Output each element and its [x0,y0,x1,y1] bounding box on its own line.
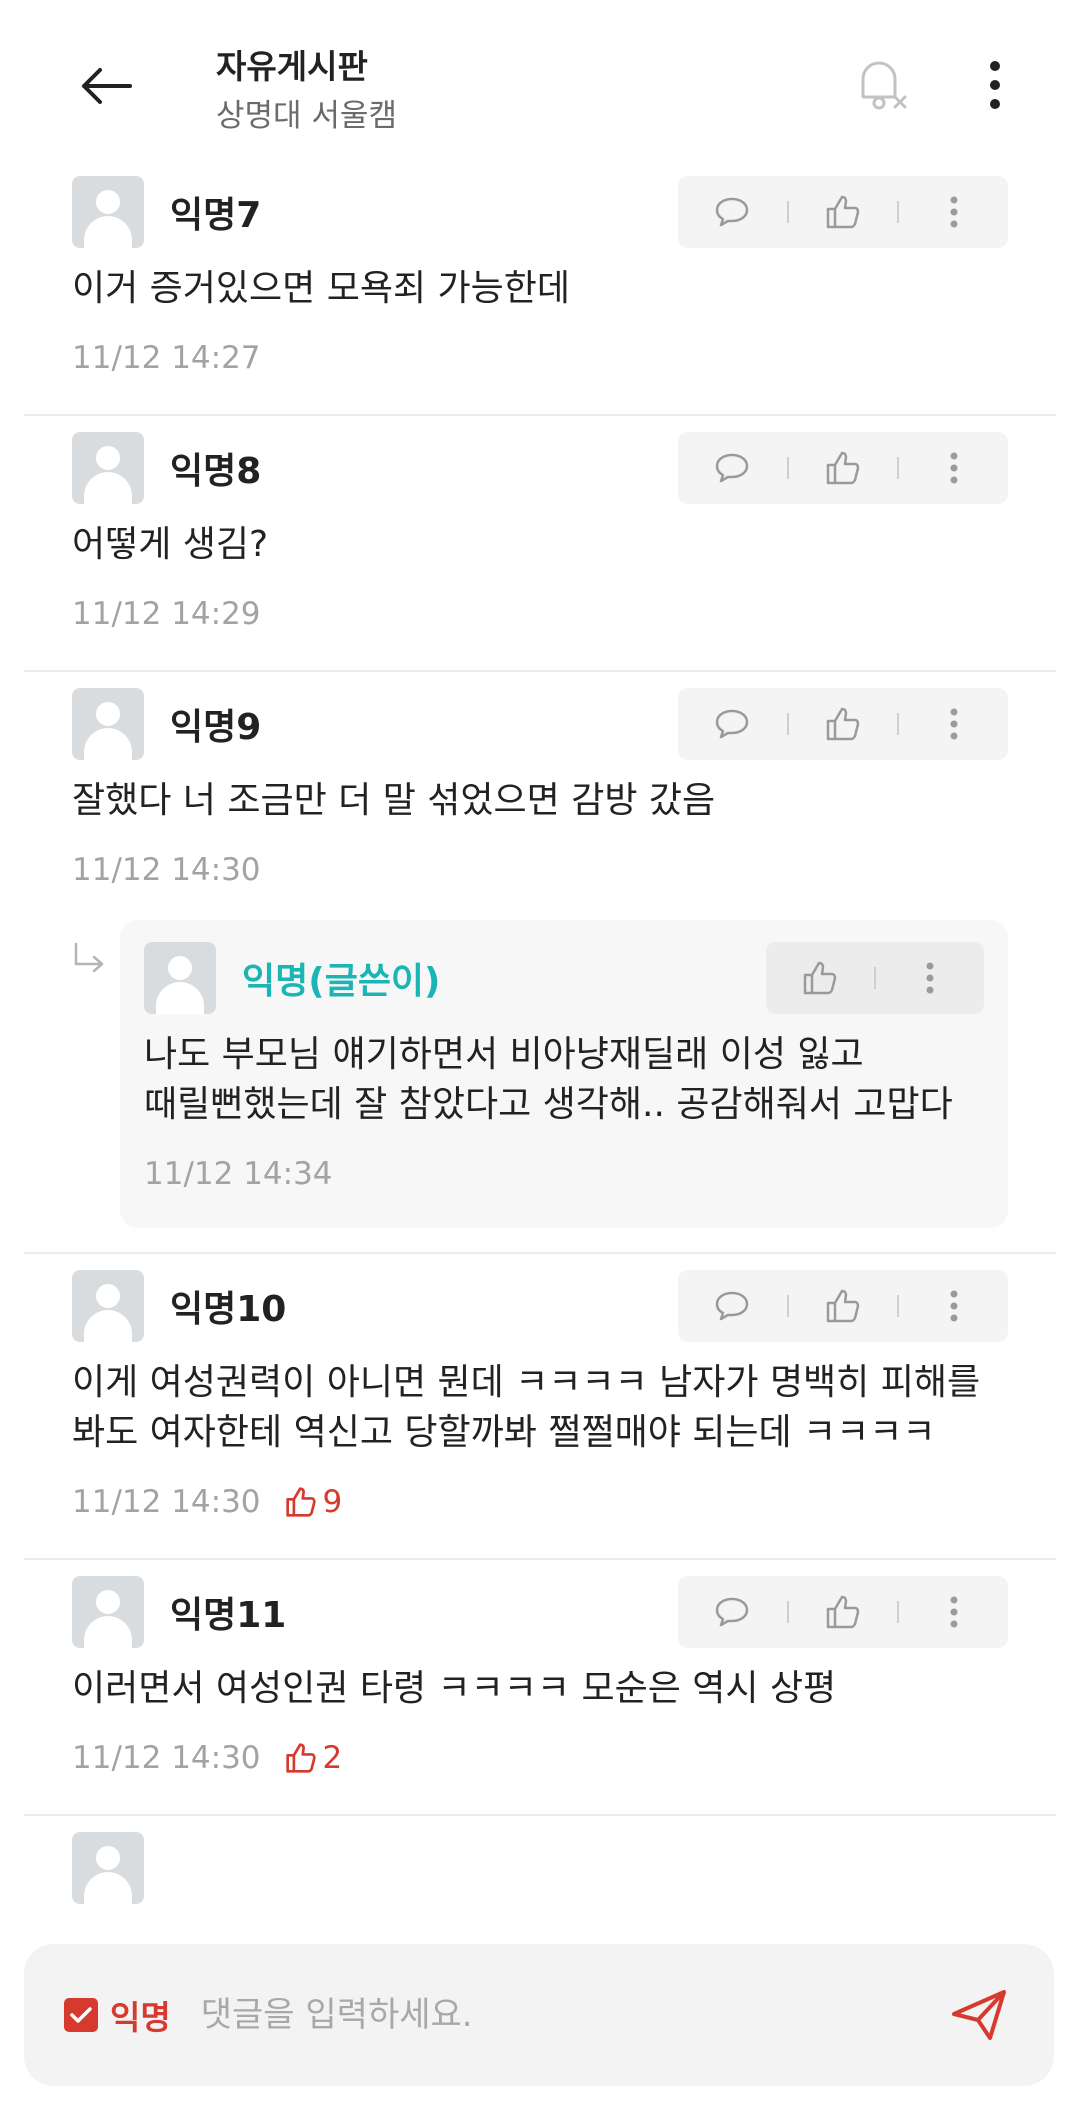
reply-item: 익명(글쓴이) 나도 부모님 얘기하면서 비아냥재딜래 이성 잃고 때릴뻔했는데… [120,920,1008,1228]
speech-bubble-icon [716,453,749,483]
reply-button[interactable] [678,1576,787,1648]
comment-item [24,1816,1056,1904]
comment-input[interactable] [200,1980,944,2050]
comment-time: 11/12 14:30 [72,852,261,888]
comment-text: 잘했다 너 조금만 더 말 섞었으면 감방 갔음 [72,780,716,821]
thumbs-up-icon [826,1289,860,1323]
more-vertical-icon [950,708,958,740]
more-vertical-icon [926,962,934,994]
comment-nickname: 익명8 [170,451,262,492]
comment-actions [678,1270,1008,1342]
comment-nickname: 익명7 [170,195,262,236]
comment-time: 11/12 14:30 [72,1484,261,1520]
more-vertical-icon [950,1290,958,1322]
reply-button[interactable] [678,176,787,248]
avatar [72,688,144,760]
reply-thread: 익명(글쓴이) 나도 부모님 얘기하면서 비아냥재딜래 이성 잃고 때릴뻔했는데… [72,920,1008,1252]
comment-time: 11/12 14:30 [72,1740,261,1776]
comment-more-button[interactable] [899,1270,1008,1342]
comment-more-button[interactable] [899,176,1008,248]
comment-actions [678,176,1008,248]
comment-item: 익명11 이러면서 여성인권 타령 ㅋㅋㅋㅋ 모순은 역시 상평 11/12 1… [24,1560,1056,1816]
thumbs-up-icon [826,451,860,485]
avatar [72,432,144,504]
avatar [144,942,216,1014]
back-button[interactable] [70,50,142,122]
thumbs-up-icon [826,195,860,229]
more-vertical-icon [990,61,1000,109]
reply-actions [766,942,984,1014]
reply-text: 나도 부모님 얘기하면서 비아냥재딜래 이성 잃고 때릴뻔했는데 잘 참았다고 … [144,1034,953,1125]
avatar [72,1832,144,1904]
avatar [72,1576,144,1648]
comment-composer: 익명 [24,1944,1054,2086]
top-bar: 자유게시판 상명대 서울캠 [0,0,1080,160]
thumbs-up-icon [285,1487,316,1517]
reply-button[interactable] [678,432,787,504]
comment-time: 11/12 14:27 [72,340,261,376]
more-vertical-icon [950,196,958,228]
vote-count: 2 [285,1740,343,1776]
comment-nickname: 익명11 [170,1595,287,1636]
comment-list[interactable]: 익명7 이거 증거있으면 모욕죄 가능한데 11/12 14:27 익명8 어떻… [0,160,1080,1920]
reply-button[interactable] [678,688,787,760]
like-button[interactable] [789,1576,898,1648]
thumbs-up-icon [285,1743,316,1773]
comment-actions [678,688,1008,760]
checkmark-icon [70,2007,92,2023]
arrow-left-icon [82,68,132,104]
comment-more-button[interactable] [899,432,1008,504]
reply-arrow-icon [74,942,104,973]
comment-more-button[interactable] [899,688,1008,760]
anonymous-checkbox[interactable] [64,1998,98,2032]
comment-text: 이게 여성권력이 아니면 뭔데 ㅋㅋㅋㅋ 남자가 명백히 피해를 봐도 여자한테… [72,1362,981,1453]
comment-item: 익명7 이거 증거있으면 모욕죄 가능한데 11/12 14:27 [24,160,1056,416]
notification-toggle-button[interactable] [846,50,916,120]
more-vertical-icon [950,1596,958,1628]
board-subtitle: 상명대 서울캠 [216,98,397,134]
like-button[interactable] [789,1270,898,1342]
comment-more-button[interactable] [899,1576,1008,1648]
thumbs-up-icon [826,707,860,741]
more-vertical-icon [950,452,958,484]
like-button[interactable] [789,176,898,248]
reply-button[interactable] [678,1270,787,1342]
send-button[interactable] [944,1980,1014,2050]
comment-text: 이거 증거있으면 모욕죄 가능한데 [72,268,571,309]
thumbs-up-icon [803,961,837,995]
speech-bubble-icon [716,197,749,227]
avatar [72,176,144,248]
avatar [72,1270,144,1342]
comment-item: 익명10 이게 여성권력이 아니면 뭔데 ㅋㅋㅋㅋ 남자가 명백히 피해를 봐도… [24,1254,1056,1560]
reply-more-button[interactable] [876,942,984,1014]
comment-text: 이러면서 여성인권 타령 ㅋㅋㅋㅋ 모순은 역시 상평 [72,1668,837,1709]
bell-off-icon [861,61,907,110]
more-options-button[interactable] [960,50,1030,120]
paper-plane-icon [952,1990,1006,2040]
reply-nickname-author: 익명(글쓴이) [242,961,441,1002]
board-title: 자유게시판 [216,47,368,86]
comment-nickname: 익명10 [170,1289,287,1330]
like-button[interactable] [789,432,898,504]
comment-nickname: 익명9 [170,707,262,748]
speech-bubble-icon [716,1291,749,1321]
comment-item: 익명8 어떻게 생김? 11/12 14:29 [24,416,1056,672]
like-button[interactable] [766,942,874,1014]
anonymous-label[interactable]: 익명 [110,1991,171,2039]
vote-number: 9 [322,1484,343,1520]
comment-actions [678,1576,1008,1648]
vote-count: 9 [285,1484,343,1520]
comment-actions [678,432,1008,504]
vote-number: 2 [322,1740,343,1776]
comment-item: 익명9 잘했다 너 조금만 더 말 섞었으면 감방 갔음 11/12 14:30 [24,672,1056,1254]
thumbs-up-icon [826,1595,860,1629]
comment-time: 11/12 14:29 [72,596,261,632]
comment-text: 어떻게 생김? [72,524,269,565]
speech-bubble-icon [716,709,749,739]
reply-time: 11/12 14:34 [144,1156,333,1192]
speech-bubble-icon [716,1597,749,1627]
like-button[interactable] [789,688,898,760]
